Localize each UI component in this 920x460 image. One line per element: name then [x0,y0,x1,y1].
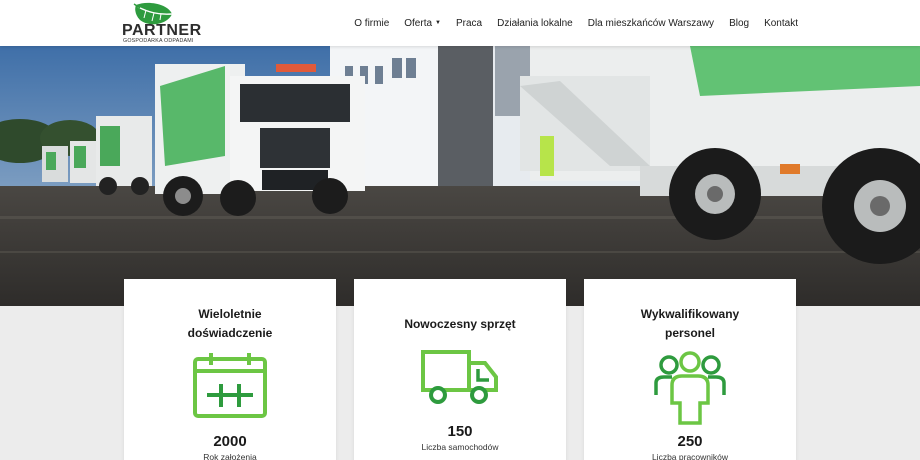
nav-item-praca[interactable]: Praca [456,18,482,29]
main-nav: O firmie Oferta ▼ Praca Działania lokalne… [339,0,798,46]
stat-label: Rok założenia [203,452,257,460]
nav-label: Blog [729,17,750,29]
garbage-trucks-image [0,46,920,306]
site-header: PARTNER GOSPODARKA ODPADAMI O firmie Ofe… [0,0,920,46]
caret-down-icon: ▼ [435,20,441,26]
card-title: Nowoczesny sprzęt [404,317,516,331]
card-title: Wieloletnie doświadczenie [187,307,273,340]
nav-label: O firmie [354,17,390,29]
nav-item-o-firmie[interactable]: O firmie [354,18,389,29]
nav-item-dzialania-lokalne[interactable]: Działania lokalne [497,18,573,29]
stat-card-staff: Wykwalifikowany personel 250 Liczba prac… [584,279,796,460]
calendar-icon [193,353,267,418]
stat-value: 2000 [213,433,247,450]
nav-item-blog[interactable]: Blog [729,18,749,29]
people-icon [654,351,726,425]
nav-label: Praca [456,17,483,29]
partner-logo[interactable]: PARTNER GOSPODARKA ODPADAMI [122,2,201,44]
nav-label: Oferta [404,17,433,29]
nav-item-oferta[interactable]: Oferta ▼ [404,18,441,29]
stat-label: Liczba pracowników [651,452,729,460]
brand-tagline: GOSPODARKA ODPADAMI [123,38,194,44]
hero-banner [0,46,920,306]
nav-label: Dla mieszkańców Warszawy [587,17,715,29]
nav-label: Działania lokalne [497,17,573,29]
stat-card-equipment: Nowoczesny sprzęt 150 Liczba samochodów [354,279,566,460]
nav-item-kontakt[interactable]: Kontakt [764,18,798,29]
nav-label: Kontakt [764,17,798,29]
stat-card-experience: Wieloletnie doświadczenie 2000 Rok założ… [124,279,336,460]
stat-value: 150 [447,423,473,440]
truck-icon [421,350,498,404]
card-title: Wykwalifikowany personel [640,307,740,340]
nav-item-dla-mieszkancow[interactable]: Dla mieszkańców Warszawy [588,18,714,29]
stat-label: Liczba samochodów [421,442,499,452]
stat-value: 250 [677,433,703,450]
